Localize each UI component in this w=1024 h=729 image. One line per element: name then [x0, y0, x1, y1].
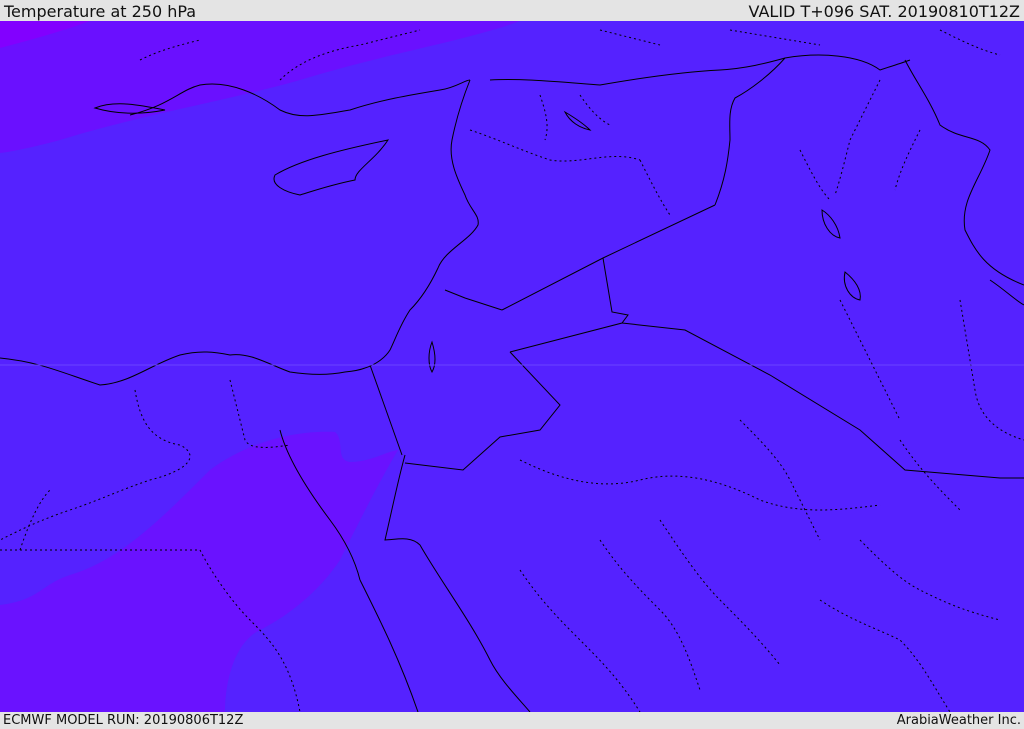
credit-label: ArabiaWeather Inc. [896, 713, 1021, 728]
map-svg [0, 21, 1024, 712]
valid-time-label: VALID T+096 SAT. 20190810T12Z [748, 2, 1020, 21]
weather-map-viewer: Temperature at 250 hPa VALID T+096 SAT. … [0, 0, 1024, 729]
map-title: Temperature at 250 hPa [4, 2, 197, 21]
title-bar: Temperature at 250 hPa VALID T+096 SAT. … [0, 0, 1024, 21]
footer-bar: ECMWF MODEL RUN: 20190806T12Z ArabiaWeat… [0, 712, 1024, 729]
temperature-map [0, 21, 1024, 712]
model-run-label: ECMWF MODEL RUN: 20190806T12Z [3, 713, 244, 728]
